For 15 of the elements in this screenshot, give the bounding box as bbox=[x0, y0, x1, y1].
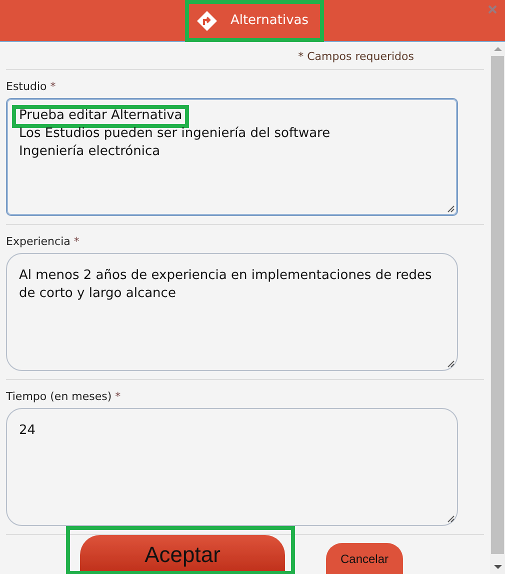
resize-grip-icon[interactable] bbox=[447, 515, 455, 523]
text-area[interactable]: 24 bbox=[6, 408, 458, 526]
resize-grip-icon[interactable] bbox=[447, 205, 455, 213]
dialog-title: Alternativas bbox=[230, 13, 309, 28]
field-label: Experiencia * bbox=[6, 235, 80, 248]
text-area[interactable]: Al menos 2 años de experiencia en implementaciones de redes de corto y largo alcance bbox=[6, 253, 458, 371]
required-note: * Campos requeridos bbox=[298, 50, 414, 63]
scrollbar[interactable] bbox=[490, 42, 505, 574]
accept-button[interactable]: Aceptar bbox=[80, 535, 285, 574]
text-area[interactable]: Prueba editar Alternativa Los Estudios pueden ser ingeniería del software Ingeniería electrónica bbox=[6, 98, 458, 216]
field-label: Estudio * bbox=[6, 80, 57, 93]
field-label: Tiempo (en meses) * bbox=[6, 390, 122, 403]
resize-grip-icon[interactable] bbox=[447, 360, 455, 368]
turn-sign-icon bbox=[196, 10, 218, 32]
cancel-button[interactable]: Cancelar bbox=[326, 543, 403, 574]
